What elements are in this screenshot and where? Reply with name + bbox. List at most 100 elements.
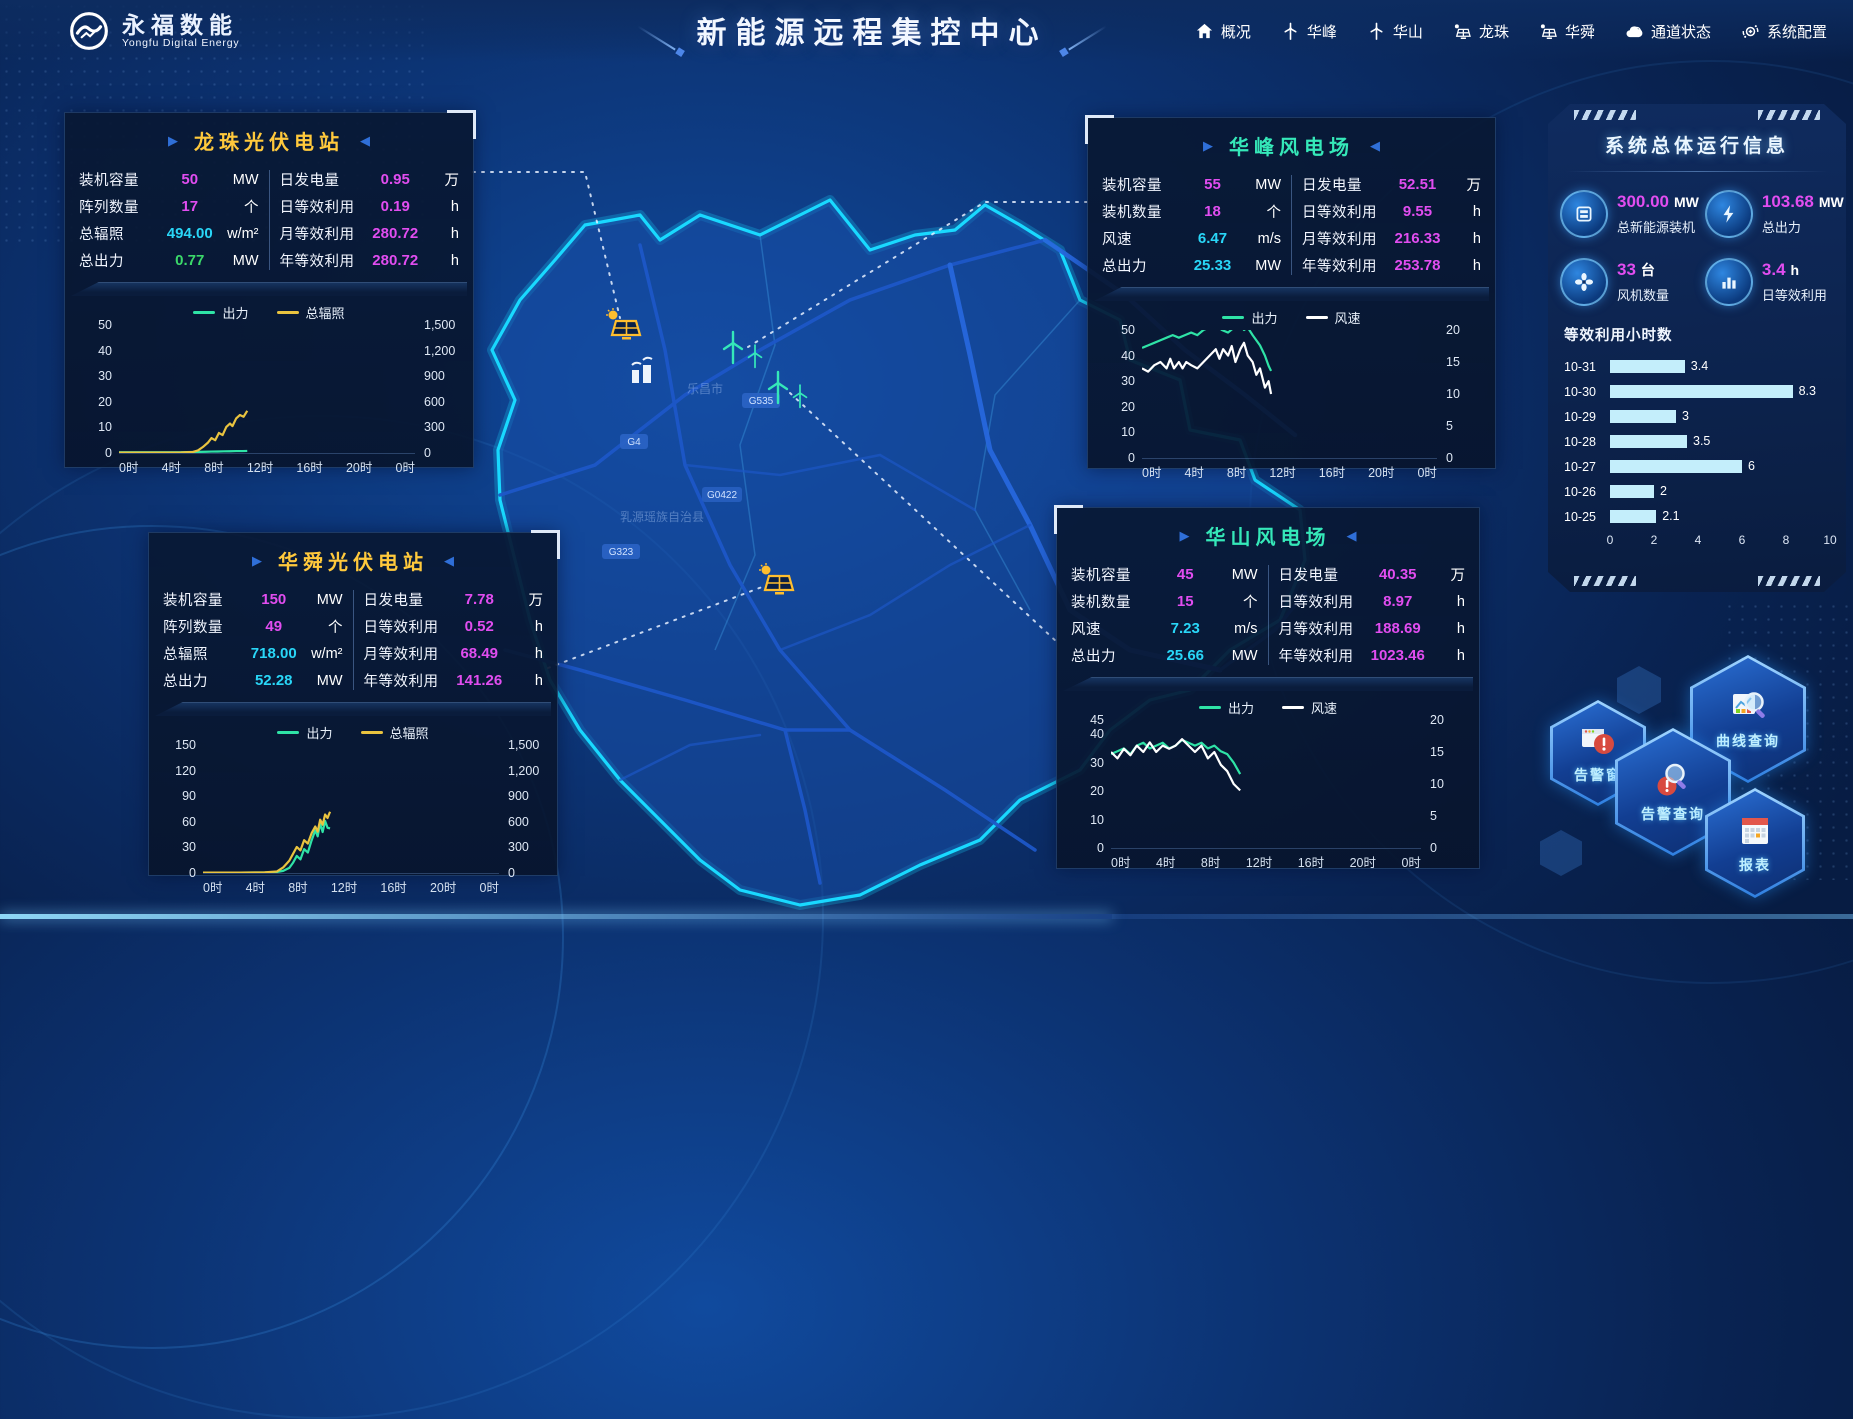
- y-tick: 20: [1430, 713, 1444, 727]
- stat-label: 日等效利用: [1279, 591, 1367, 612]
- stat-row: 年等效利用141.26h: [364, 667, 544, 694]
- area-label: 乐昌市: [687, 381, 723, 396]
- stat-value: 7.23: [1149, 620, 1222, 637]
- y-tick: 600: [424, 395, 445, 409]
- y-tick: 0: [189, 866, 196, 880]
- legend-wind-speed-line: 风速: [1282, 698, 1337, 717]
- channel-icon: [1625, 22, 1644, 41]
- stat-label: 日发电量: [364, 589, 452, 610]
- station-title: 华峰风电场: [1229, 131, 1354, 160]
- stats-column-left: 装机容量150MW阵列数量49个总辐照718.00w/m²总出力52.28MW: [163, 586, 343, 694]
- nav-item-huafeng[interactable]: 华峰: [1281, 21, 1337, 42]
- x-tick: 12时: [331, 877, 357, 896]
- stat-row: 年等效利用280.72h: [280, 247, 460, 274]
- nav-item-huashun[interactable]: 华舜: [1539, 21, 1595, 42]
- divider: [269, 170, 270, 270]
- nav-item-system-config[interactable]: 系统配置: [1741, 21, 1827, 42]
- hex-border: 报表: [1705, 788, 1805, 898]
- stat-label: 总出力: [1102, 255, 1180, 276]
- stat-label: 装机容量: [1071, 564, 1149, 585]
- x-tick: 4时: [1184, 462, 1203, 481]
- station-title: 华舜光伏电站: [278, 546, 428, 575]
- logo-subtitle: Yongfu Digital Energy: [122, 37, 239, 49]
- nav-item-label: 华山: [1393, 21, 1423, 42]
- stat-unit: MW: [223, 253, 259, 269]
- nav-item-channel-status[interactable]: 通道状态: [1625, 21, 1711, 42]
- legend-label: 出力: [222, 303, 248, 322]
- stat-value: 49: [241, 618, 307, 635]
- legend-swatch: [1306, 316, 1328, 319]
- curve-query-icon: [1728, 687, 1768, 727]
- stat-unit: w/m²: [223, 226, 259, 242]
- y-tick: 30: [98, 369, 112, 383]
- legend-swatch: [277, 311, 299, 314]
- stat-row: 月等效利用68.49h: [364, 640, 544, 667]
- stat-value: 150: [241, 591, 307, 608]
- y-tick: 10: [1430, 777, 1444, 791]
- legend-swatch: [277, 731, 299, 734]
- stat-unit: h: [507, 619, 543, 635]
- wind-icon: [1367, 22, 1386, 41]
- stat-row: 总出力0.77MW: [79, 247, 259, 274]
- stat-label: 总出力: [1071, 645, 1149, 666]
- bar: [1610, 435, 1687, 448]
- hazard-stripes-decoration: [1574, 110, 1636, 120]
- system-stat-number: 103.68MW: [1762, 192, 1844, 212]
- stat-row: 日发电量0.95万: [280, 166, 460, 193]
- pedestal-decoration: [1094, 287, 1489, 301]
- nav-item-overview[interactable]: 概况: [1195, 21, 1251, 42]
- stat-row: 月等效利用280.72h: [280, 220, 460, 247]
- stat-label: 风速: [1102, 228, 1180, 249]
- legend-irradiance-line: 总辐照: [361, 723, 429, 742]
- y-tick: 20: [98, 395, 112, 409]
- bar-track: 3.4: [1610, 360, 1830, 373]
- nav-item-huashan[interactable]: 华山: [1367, 21, 1423, 42]
- stat-unit: MW: [307, 673, 343, 689]
- y-tick: 20: [1446, 323, 1460, 337]
- y-tick: 5: [1446, 419, 1453, 433]
- chart-body: 15012090603001,5001,2009006003000: [157, 745, 549, 874]
- bar: [1610, 510, 1656, 523]
- bar-value: 2.1: [1656, 509, 1679, 523]
- y-tick: 600: [508, 815, 529, 829]
- station-chart: 出力风速45403020100201510500时4时8时12时16时20时0时: [1057, 691, 1479, 871]
- x-tick: 16时: [380, 877, 406, 896]
- nav-item-longzhu[interactable]: 龙珠: [1453, 21, 1509, 42]
- stat-label: 风速: [1071, 618, 1149, 639]
- stat-label: 日发电量: [1279, 564, 1367, 585]
- bar-chart-title: 等效利用小时数: [1564, 324, 1830, 354]
- arrow-left-icon: ◀: [360, 133, 370, 149]
- x-tick: 16时: [296, 457, 322, 476]
- alarm-window-icon: [1578, 721, 1618, 761]
- stat-row: 总辐照494.00w/m²: [79, 220, 259, 247]
- x-tick: 16时: [1319, 462, 1345, 481]
- chart-plot: [203, 745, 499, 874]
- legend-output-line: 出力: [277, 723, 332, 742]
- system-stat-total-capacity: 300.00MW总新能源装机: [1560, 190, 1699, 238]
- legend-label: 风速: [1311, 698, 1337, 717]
- system-stat-text: 103.68MW总出力: [1762, 192, 1844, 236]
- stat-unit: 个: [1222, 591, 1258, 612]
- stat-unit: MW: [1222, 648, 1258, 664]
- legend-swatch: [1222, 316, 1244, 319]
- stat-row: 年等效利用253.78h: [1302, 252, 1481, 279]
- y-tick: 0: [508, 866, 515, 880]
- nav-item-label: 龙珠: [1479, 21, 1509, 42]
- bar-chart-x-axis: 0246810: [1610, 533, 1830, 549]
- stat-unit: 个: [1245, 201, 1281, 222]
- settings-icon: [1741, 22, 1760, 41]
- bar: [1610, 410, 1676, 423]
- y-tick: 0: [424, 446, 431, 460]
- y-tick: 300: [508, 840, 529, 854]
- stat-unit: m/s: [1222, 621, 1258, 637]
- y-tick: 50: [98, 318, 112, 332]
- stat-label: 月等效利用: [364, 643, 452, 664]
- stat-unit: h: [507, 646, 543, 662]
- x-axis: 0时4时8时12时16时20时0时: [1111, 849, 1421, 871]
- report-button[interactable]: 报表: [1705, 788, 1805, 898]
- system-stat-value: 300.00: [1617, 192, 1669, 211]
- x-tick: 12时: [1246, 852, 1272, 871]
- legend-swatch: [1282, 706, 1304, 709]
- x-tick: 0时: [480, 877, 499, 896]
- chart-legend: 出力 总辐照: [157, 718, 549, 745]
